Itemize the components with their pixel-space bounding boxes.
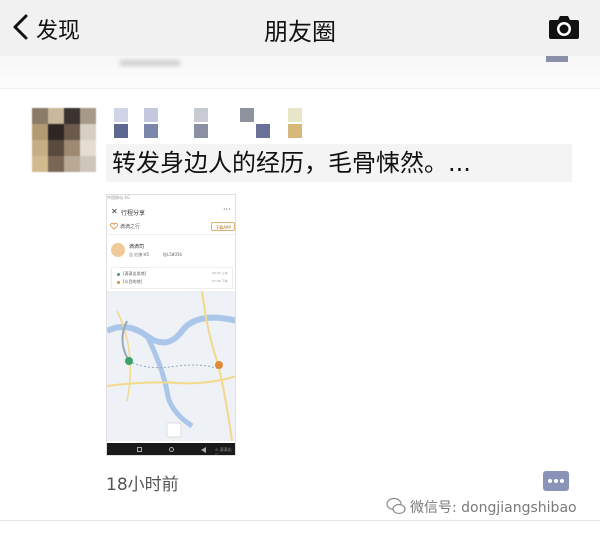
driver-name: 滴滴司 xyxy=(129,244,145,250)
nav-home-icon xyxy=(169,447,174,452)
post-text: 转发身边人的经历，毛骨悚然。... xyxy=(106,144,572,182)
wechat-logo-icon xyxy=(386,497,406,515)
start-dot xyxy=(117,273,120,276)
wechat-id-watermark: 微信号: dongjiangshibao xyxy=(410,500,577,516)
more-icon: ··· xyxy=(223,205,231,214)
divider xyxy=(0,520,600,521)
route-map xyxy=(107,291,235,441)
page-title: 朋友圈 xyxy=(264,18,336,46)
driver-car: 吉 红旗·H5 xyxy=(129,252,150,257)
camera-icon[interactable] xyxy=(548,14,580,40)
previous-post-strip xyxy=(0,56,600,89)
post-time: 18小时前 xyxy=(106,475,179,495)
previous-post-blur xyxy=(120,60,180,66)
driver-plate: 桂L58056 xyxy=(163,252,182,257)
trip-label: 滴滴之行 xyxy=(120,224,141,230)
route-card: [滴滴出发地] [众目的地] 06:55 上车 07:06 下车 xyxy=(111,267,233,289)
end-time: 07:06 下车 xyxy=(212,279,228,283)
phone-status-bar: 中国移动 4G xyxy=(107,195,130,200)
divider xyxy=(107,234,235,235)
nav-back-icon xyxy=(201,447,206,453)
end-dot xyxy=(117,281,120,284)
download-app-button: 下载APP xyxy=(211,222,235,231)
heart-icon xyxy=(110,222,118,230)
end-address: [众目的地] xyxy=(123,279,143,284)
trip-share-title: 行程分享 xyxy=(121,210,146,217)
previous-post-comment-fragment xyxy=(546,56,568,62)
back-button[interactable]: 发现 xyxy=(36,13,80,45)
nav-bar: 发现 朋友圈 xyxy=(0,0,600,57)
shared-screenshot[interactable]: 中国移动 4G ✕ 行程分享 ··· 滴滴之行 下载APP 滴滴司 吉 红旗·H… xyxy=(106,194,236,456)
nickname-mosaic[interactable] xyxy=(110,108,330,142)
app-watermark: ⊙ 滴滴出行 xyxy=(215,447,232,456)
driver-avatar xyxy=(111,243,125,257)
chevron-left-icon[interactable] xyxy=(10,14,32,40)
close-icon: ✕ xyxy=(111,207,118,216)
comment-icon[interactable] xyxy=(542,470,570,492)
nav-square-icon xyxy=(137,447,142,452)
start-time: 06:55 上车 xyxy=(212,271,228,275)
avatar[interactable] xyxy=(32,108,96,172)
start-address: [滴滴出发地] xyxy=(123,271,147,276)
